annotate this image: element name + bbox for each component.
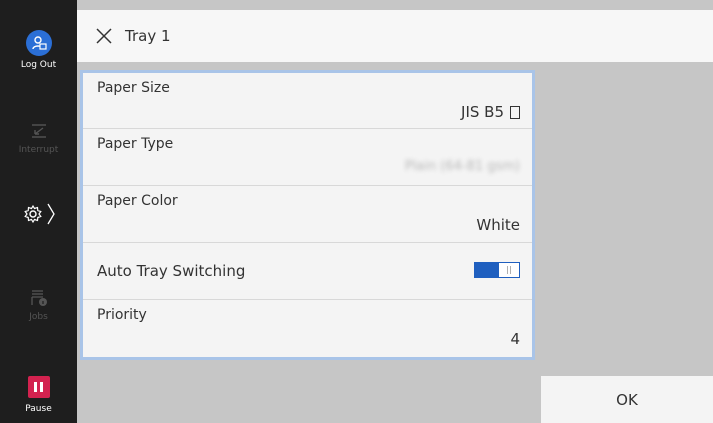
settings-button[interactable] xyxy=(0,203,77,225)
top-strip xyxy=(77,0,713,10)
logout-label: Log Out xyxy=(20,60,57,70)
pause-button[interactable]: Pause xyxy=(0,376,77,414)
paper-size-value-wrap: JIS B5 xyxy=(461,103,520,121)
close-icon xyxy=(96,28,112,44)
screen: Log Out Interrupt Jobs Pause Tray 1 Pape… xyxy=(0,0,713,423)
left-sidebar: Log Out Interrupt Jobs Pause xyxy=(0,0,77,423)
logout-button[interactable]: Log Out xyxy=(0,30,77,70)
toggle-on-indicator xyxy=(475,263,499,277)
ok-label: OK xyxy=(616,390,638,409)
page-title: Tray 1 xyxy=(125,27,171,45)
paper-type-label: Paper Type xyxy=(97,136,174,152)
interrupt-icon xyxy=(31,124,46,138)
ok-button[interactable]: OK xyxy=(541,376,713,423)
close-button[interactable] xyxy=(91,23,117,49)
auto-tray-switching-toggle[interactable] xyxy=(474,262,520,278)
paper-type-row[interactable]: Paper Type Plain (64-81 gsm) xyxy=(83,129,532,186)
paper-size-row[interactable]: Paper Size JIS B5 xyxy=(83,73,532,129)
gear-icon xyxy=(23,204,42,224)
pause-icon xyxy=(27,376,50,398)
jobs-button[interactable]: Jobs xyxy=(0,288,77,322)
priority-label: Priority xyxy=(97,307,147,323)
interrupt-button[interactable]: Interrupt xyxy=(0,121,77,155)
paper-type-value: Plain (64-81 gsm) xyxy=(404,159,520,174)
paper-color-label: Paper Color xyxy=(97,193,178,209)
header-bar: Tray 1 xyxy=(77,10,713,62)
paper-orientation-icon xyxy=(510,105,520,119)
chevron-right-icon xyxy=(46,203,55,225)
paper-color-row[interactable]: Paper Color White xyxy=(83,186,532,243)
jobs-label: Jobs xyxy=(29,312,48,322)
paper-color-value: White xyxy=(476,216,520,234)
auto-tray-switching-label: Auto Tray Switching xyxy=(97,262,246,280)
priority-value: 4 xyxy=(510,330,520,348)
tray-settings-panel: Paper Size JIS B5 Paper Type Plain (64-8… xyxy=(80,70,535,360)
user-icon xyxy=(25,30,52,56)
paper-size-label: Paper Size xyxy=(97,80,170,96)
priority-row[interactable]: Priority 4 xyxy=(83,300,532,360)
toggle-grip-icon xyxy=(499,263,519,277)
jobs-icon xyxy=(30,290,47,306)
interrupt-label: Interrupt xyxy=(18,145,59,155)
pause-label: Pause xyxy=(25,404,52,414)
paper-size-value: JIS B5 xyxy=(461,103,504,121)
auto-tray-switching-row: Auto Tray Switching xyxy=(83,243,532,300)
